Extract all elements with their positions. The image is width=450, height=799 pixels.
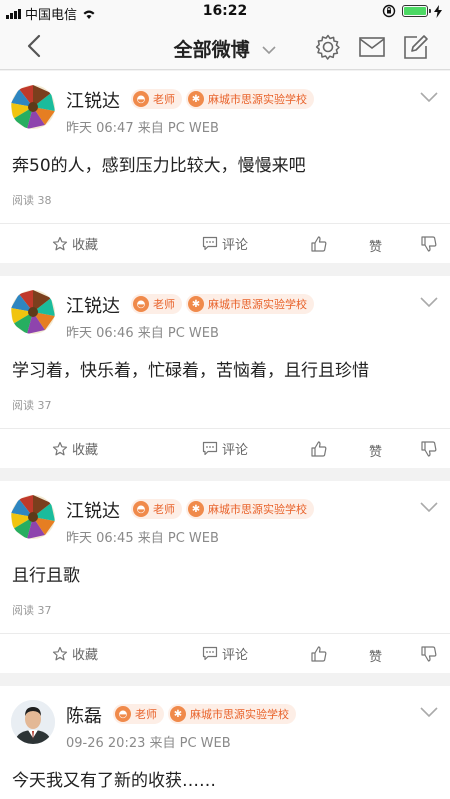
avatar-image bbox=[11, 290, 55, 334]
thumbs-down-icon[interactable] bbox=[420, 645, 438, 663]
comment-button[interactable]: 评论 bbox=[150, 224, 300, 264]
orientation-lock-icon bbox=[382, 4, 396, 18]
comment-button[interactable]: 评论 bbox=[150, 429, 300, 469]
comment-icon bbox=[202, 646, 218, 661]
star-icon bbox=[52, 441, 68, 455]
avatar[interactable] bbox=[11, 85, 55, 129]
school-badge[interactable]: ✱ 麻城市思源实验学校 bbox=[186, 89, 314, 109]
thumbs-down-icon[interactable] bbox=[420, 235, 438, 253]
avatar-image bbox=[11, 700, 55, 744]
role-badge[interactable]: ◓ 老师 bbox=[131, 499, 182, 519]
chevron-down-icon[interactable] bbox=[420, 296, 438, 308]
comment-button[interactable]: 评论 bbox=[150, 634, 300, 674]
school-icon: ✱ bbox=[188, 501, 204, 517]
badges: ◓ 老师 ✱ 麻城市思源实验学校 bbox=[131, 89, 314, 109]
nav-bar: 全部微博 bbox=[0, 24, 450, 70]
battery-icon bbox=[402, 5, 431, 17]
like-button[interactable]: 赞 bbox=[300, 429, 450, 469]
badges: ◓ 老师 ✱ 麻城市思源实验学校 bbox=[113, 704, 296, 724]
role-badge[interactable]: ◓ 老师 bbox=[113, 704, 164, 724]
avatar[interactable] bbox=[11, 700, 55, 744]
read-count: 阅读 38 bbox=[12, 194, 52, 207]
school-icon: ✱ bbox=[188, 91, 204, 107]
like-button[interactable]: 赞 bbox=[300, 634, 450, 674]
gear-icon bbox=[315, 34, 340, 60]
post-content: 学习着，快乐着，忙碌着，苦恼着，且行且珍惜 bbox=[12, 361, 369, 381]
chevron-down-icon bbox=[262, 46, 276, 55]
comment-icon bbox=[202, 236, 218, 251]
favorite-button[interactable]: 收藏 bbox=[0, 224, 150, 264]
post-content: 奔50的人，感到压力比较大，慢慢来吧 bbox=[12, 156, 306, 176]
avatar-image bbox=[11, 495, 55, 539]
teacher-icon: ◓ bbox=[133, 501, 149, 517]
star-icon bbox=[52, 236, 68, 250]
author-name[interactable]: 陈磊 bbox=[66, 702, 102, 728]
post-content: 今天我又有了新的收获…… bbox=[12, 771, 216, 791]
post-actions: 收藏 评论 赞 bbox=[0, 428, 450, 468]
charging-icon bbox=[434, 4, 442, 18]
avatar[interactable] bbox=[11, 290, 55, 334]
status-bar: 中国电信 16:22 bbox=[0, 0, 450, 24]
comment-icon bbox=[202, 441, 218, 456]
envelope-icon bbox=[359, 37, 385, 57]
badges: ◓ 老师 ✱ 麻城市思源实验学校 bbox=[131, 499, 314, 519]
chevron-down-icon[interactable] bbox=[420, 501, 438, 513]
chevron-down-icon[interactable] bbox=[420, 706, 438, 718]
badges: ◓ 老师 ✱ 麻城市思源实验学校 bbox=[131, 294, 314, 314]
weibo-post[interactable]: 江锐达 ◓ 老师 ✱ 麻城市思源实验学校 昨天 06:45 来自 PC WEB 且行… bbox=[0, 481, 450, 673]
school-icon: ✱ bbox=[170, 706, 186, 722]
role-badge[interactable]: ◓ 老师 bbox=[131, 89, 182, 109]
post-content: 且行且歌 bbox=[12, 566, 80, 586]
author-name[interactable]: 江锐达 bbox=[66, 87, 120, 113]
page-title: 全部微博 bbox=[173, 39, 250, 61]
post-meta: 09-26 20:23 来自 PC WEB bbox=[66, 736, 231, 751]
compose-button[interactable] bbox=[402, 33, 430, 61]
chevron-down-icon[interactable] bbox=[420, 91, 438, 103]
thumbs-up-icon bbox=[311, 645, 327, 662]
thumbs-up-icon bbox=[311, 440, 327, 457]
weibo-post[interactable]: 江锐达 ◓ 老师 ✱ 麻城市思源实验学校 昨天 06:47 来自 PC WEB 奔5… bbox=[0, 71, 450, 263]
weibo-post[interactable]: 陈磊 ◓ 老师 ✱ 麻城市思源实验学校 09-26 20:23 来自 PC WEB … bbox=[0, 686, 450, 799]
post-meta: 昨天 06:47 来自 PC WEB bbox=[66, 121, 219, 136]
thumbs-down-icon[interactable] bbox=[420, 440, 438, 458]
like-label: 赞 bbox=[369, 649, 383, 665]
avatar[interactable] bbox=[11, 495, 55, 539]
avatar-image bbox=[11, 85, 55, 129]
school-badge[interactable]: ✱ 麻城市思源实验学校 bbox=[168, 704, 296, 724]
author-name[interactable]: 江锐达 bbox=[66, 497, 120, 523]
school-badge[interactable]: ✱ 麻城市思源实验学校 bbox=[186, 499, 314, 519]
status-right bbox=[382, 4, 442, 18]
teacher-icon: ◓ bbox=[133, 91, 149, 107]
favorite-button[interactable]: 收藏 bbox=[0, 634, 150, 674]
school-icon: ✱ bbox=[188, 296, 204, 312]
read-count: 阅读 37 bbox=[12, 604, 52, 617]
like-button[interactable]: 赞 bbox=[300, 224, 450, 264]
nav-actions bbox=[314, 33, 430, 61]
teacher-icon: ◓ bbox=[133, 296, 149, 312]
teacher-icon: ◓ bbox=[115, 706, 131, 722]
school-badge[interactable]: ✱ 麻城市思源实验学校 bbox=[186, 294, 314, 314]
messages-button[interactable] bbox=[358, 33, 386, 61]
like-label: 赞 bbox=[369, 239, 383, 255]
star-icon bbox=[52, 646, 68, 660]
favorite-button[interactable]: 收藏 bbox=[0, 429, 150, 469]
post-meta: 昨天 06:45 来自 PC WEB bbox=[66, 531, 219, 546]
compose-icon bbox=[404, 35, 428, 59]
role-badge[interactable]: ◓ 老师 bbox=[131, 294, 182, 314]
weibo-post[interactable]: 江锐达 ◓ 老师 ✱ 麻城市思源实验学校 昨天 06:46 来自 PC WEB 学习… bbox=[0, 276, 450, 468]
like-label: 赞 bbox=[369, 444, 383, 460]
settings-button[interactable] bbox=[314, 33, 342, 61]
author-name[interactable]: 江锐达 bbox=[66, 292, 120, 318]
read-count: 阅读 37 bbox=[12, 399, 52, 412]
thumbs-up-icon bbox=[311, 235, 327, 252]
post-actions: 收藏 评论 赞 bbox=[0, 223, 450, 263]
post-actions: 收藏 评论 赞 bbox=[0, 633, 450, 673]
post-meta: 昨天 06:46 来自 PC WEB bbox=[66, 326, 219, 341]
